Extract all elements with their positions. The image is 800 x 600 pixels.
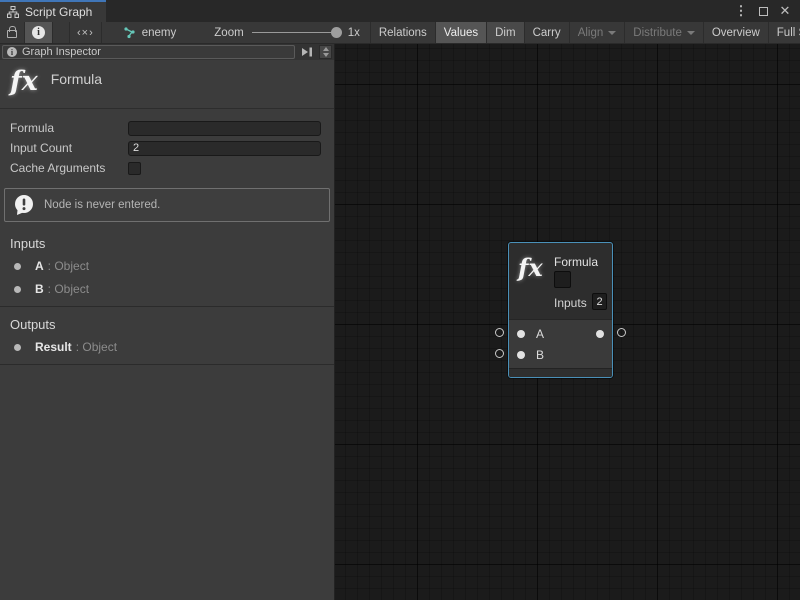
toolbar-toggles: Relations Values Dim Carry Align Distrib… (370, 22, 800, 43)
inspector-toggle-button[interactable]: i (25, 22, 53, 43)
inspected-node-title: Formula (51, 69, 102, 87)
window-controls: ⋮ ✕ (732, 0, 800, 22)
input-count-input[interactable] (128, 141, 321, 156)
fx-icon: fx (518, 253, 543, 282)
overview-button[interactable]: Overview (704, 22, 769, 43)
formula-input[interactable] (128, 121, 321, 136)
dim-toggle[interactable]: Dim (487, 22, 524, 43)
port-label: A (536, 327, 544, 341)
graph-canvas[interactable]: fx Formula Inputs 2 A B (335, 44, 800, 600)
script-graph-asset-icon (124, 27, 137, 39)
fx-icon: fx (10, 69, 38, 95)
chevron-down-icon (608, 31, 616, 35)
dock-right-icon (301, 47, 313, 57)
chevron-down-icon (687, 31, 695, 35)
info-icon: i (7, 47, 17, 57)
graph-breadcrumb[interactable]: enemy (102, 22, 187, 43)
zoom-label: Zoom (214, 27, 243, 39)
code-icon: ‹×› (77, 27, 94, 39)
inputs-section-header: Inputs (0, 226, 334, 254)
node-inputs-label: Inputs (554, 296, 587, 310)
tab-bar-spacer (106, 0, 732, 22)
values-toggle[interactable]: Values (436, 22, 487, 43)
zoom-slider-handle[interactable] (331, 27, 342, 38)
cache-arguments-checkbox[interactable] (128, 162, 141, 175)
port-dot-icon (14, 263, 21, 270)
distribute-dropdown[interactable]: Distribute (625, 22, 704, 43)
external-port-ring[interactable] (617, 328, 626, 337)
node-title: Formula (554, 255, 598, 269)
zoom-control: Zoom 1x (186, 22, 370, 43)
zoom-slider[interactable] (252, 32, 340, 33)
node-inputs-value[interactable]: 2 (592, 293, 607, 310)
close-icon[interactable]: ✕ (776, 2, 794, 20)
formula-field-row: Formula (10, 118, 321, 138)
node-warning: Node is never entered. (4, 188, 330, 222)
input-count-label: Input Count (10, 141, 128, 155)
tab-bar: Script Graph ⋮ ✕ (0, 0, 800, 22)
output-port-result[interactable] (596, 330, 604, 338)
inspector-title: Graph Inspector (22, 46, 101, 58)
maximize-icon[interactable] (754, 2, 772, 20)
formula-node[interactable]: fx Formula Inputs 2 A B (508, 242, 613, 378)
arrow-up-icon (323, 47, 329, 51)
tab-label: Script Graph (25, 5, 92, 19)
info-icon: i (32, 26, 45, 39)
carry-toggle[interactable]: Carry (525, 22, 570, 43)
inspector-header-box: i Graph Inspector (2, 45, 295, 59)
relations-toggle[interactable]: Relations (370, 22, 436, 43)
graph-hierarchy-icon (7, 6, 19, 18)
port-label: B (536, 348, 544, 362)
external-port-ring[interactable] (495, 328, 504, 337)
graph-ref-label: enemy (142, 27, 177, 39)
external-port-ring[interactable] (495, 349, 504, 358)
formula-node-header: fx Formula Inputs 2 (509, 243, 612, 319)
fullscreen-button[interactable]: Full Screen (769, 22, 800, 43)
node-title-block: fx Formula (0, 60, 334, 109)
node-ports-section: A B (509, 319, 612, 368)
node-port-row-b: B (509, 344, 612, 365)
graph-inspector-panel: i Graph Inspector fx Formula (0, 44, 335, 600)
input-port-b[interactable] (517, 351, 525, 359)
arrow-down-icon (323, 53, 329, 57)
input-port-a[interactable] (517, 330, 525, 338)
cache-arguments-label: Cache Arguments (10, 161, 128, 175)
graph-toolbar: i ‹×› enemy Zoom 1x Relations Values Dim… (0, 22, 800, 44)
warning-text: Node is never entered. (44, 199, 160, 211)
port-dot-icon (14, 286, 21, 293)
outputs-section-header: Outputs (0, 307, 334, 335)
input-port-row: A : Object (0, 254, 334, 277)
panel-scrubber[interactable] (319, 45, 332, 59)
node-formula-input[interactable] (554, 271, 571, 288)
zoom-value: 1x (348, 27, 360, 39)
input-port-row: B : Object (0, 277, 334, 300)
input-count-field-row: Input Count (10, 138, 321, 158)
formula-field-label: Formula (10, 121, 128, 135)
window-menu-icon[interactable]: ⋮ (732, 2, 750, 20)
port-dot-icon (14, 344, 21, 351)
inspector-empty-area (0, 365, 334, 600)
align-dropdown[interactable]: Align (570, 22, 626, 43)
tab-script-graph[interactable]: Script Graph (0, 0, 106, 22)
script-graph-window: Script Graph ⋮ ✕ i ‹×› enemy Zoom (0, 0, 800, 600)
lock-button[interactable] (0, 22, 25, 43)
cache-arguments-row: Cache Arguments (10, 158, 321, 178)
inspector-fields: Formula Input Count Cache Arguments (0, 109, 334, 180)
inspector-header-bar: i Graph Inspector (0, 44, 334, 60)
lock-icon (7, 30, 17, 38)
node-footer (509, 368, 612, 377)
output-port-row: Result : Object (0, 335, 334, 358)
dock-panel-button[interactable] (298, 45, 316, 59)
warning-bubble-icon (13, 194, 35, 216)
csharp-preview-button[interactable]: ‹×› (69, 22, 102, 43)
node-port-row-a: A (509, 323, 612, 344)
